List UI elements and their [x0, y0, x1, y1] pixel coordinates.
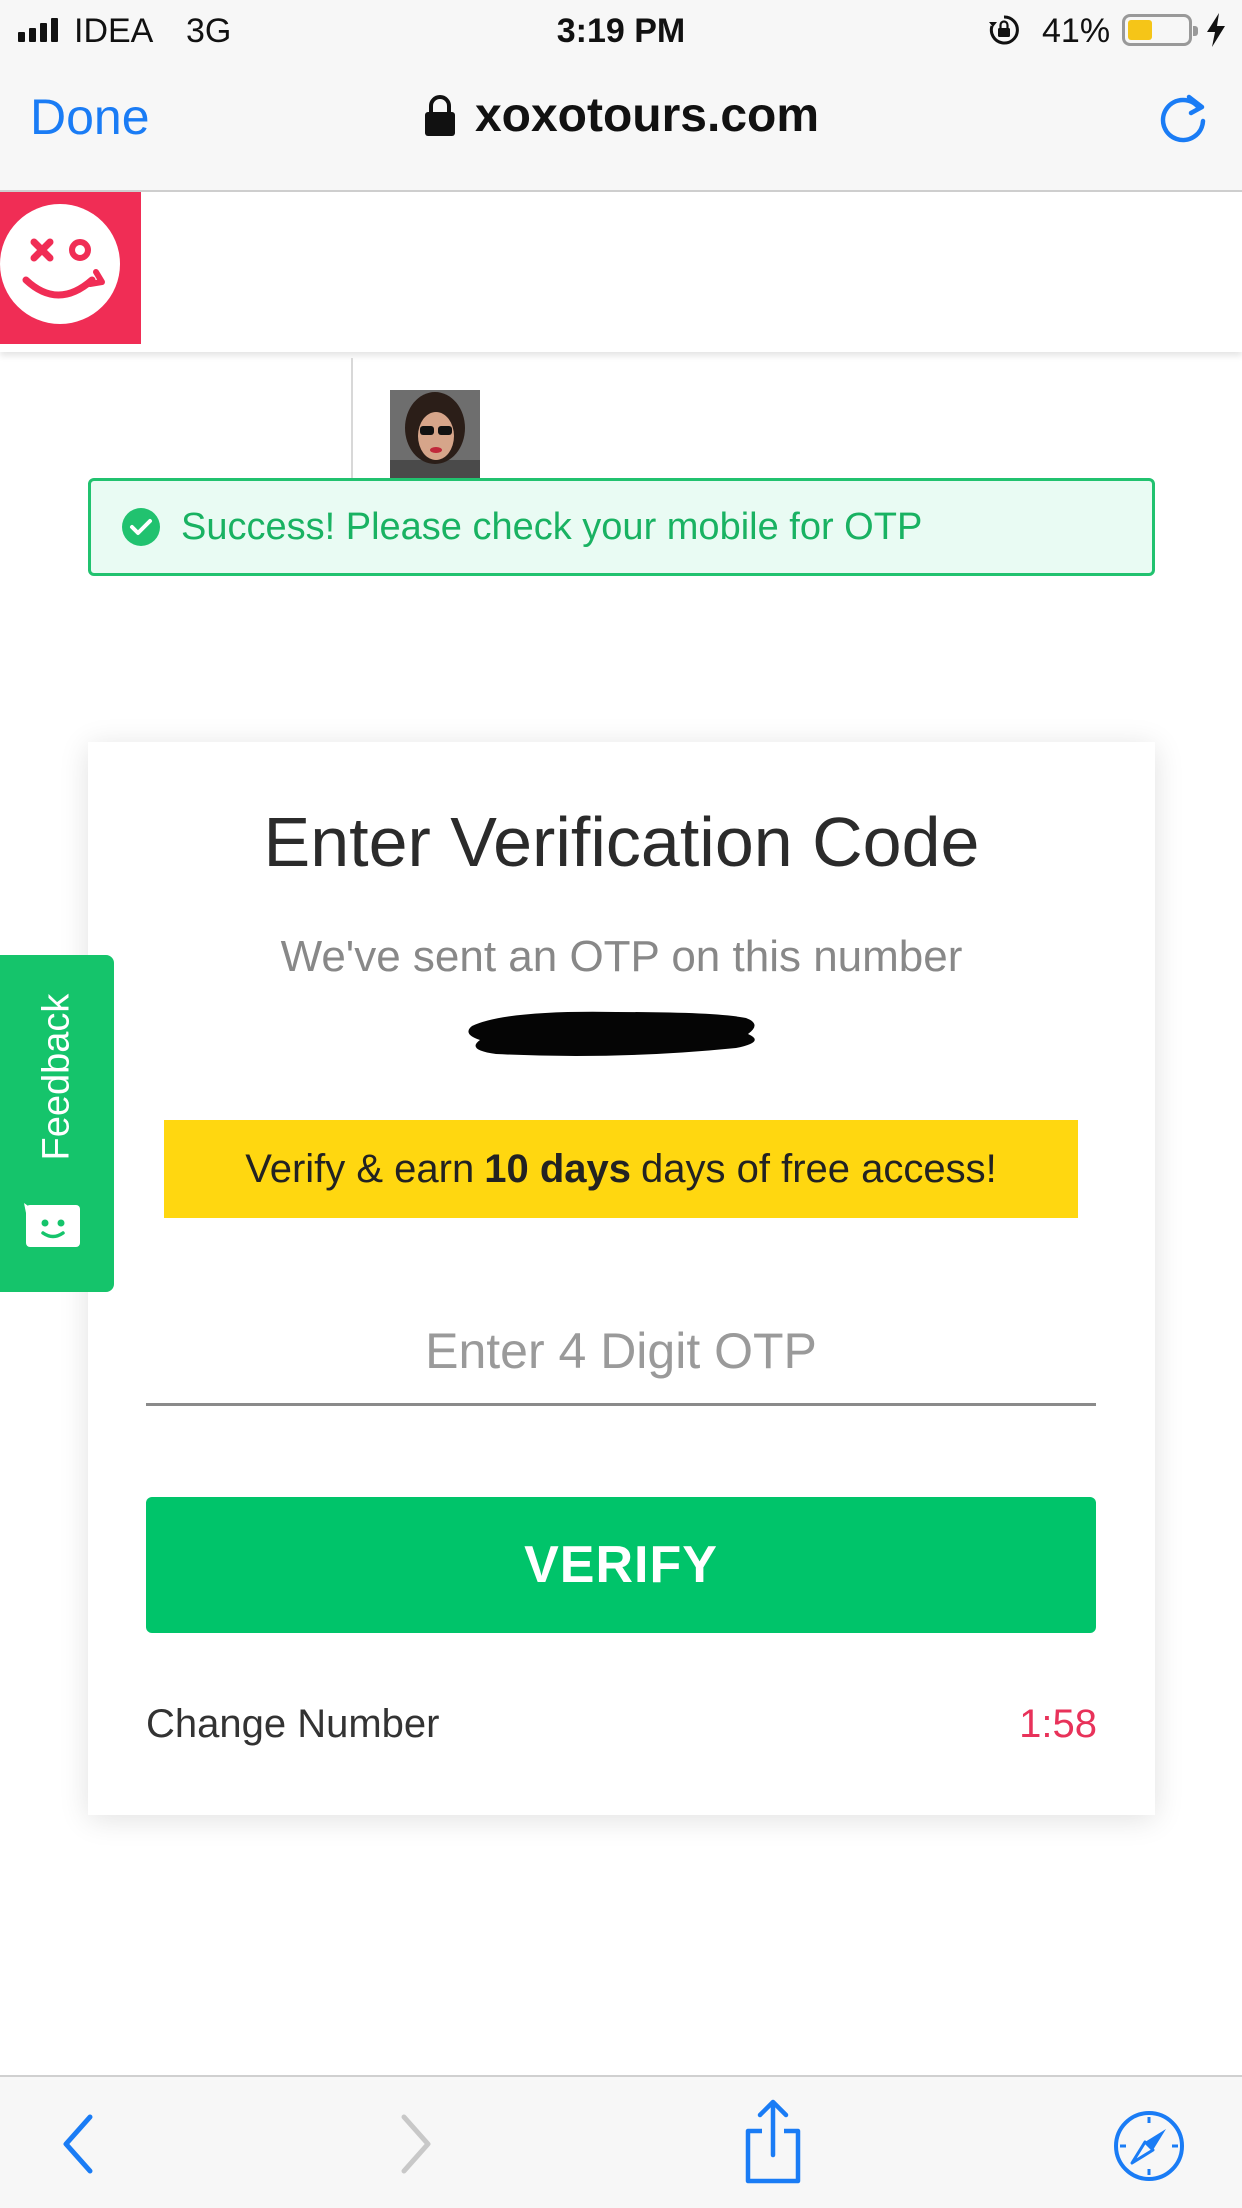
site-header [0, 192, 1242, 352]
forward-icon[interactable] [396, 2113, 436, 2175]
orientation-lock-icon [989, 15, 1019, 45]
feedback-tab[interactable]: Feedback [0, 955, 114, 1292]
share-icon[interactable] [742, 2099, 804, 2185]
status-bar: IDEA 3G 3:19 PM 41% [0, 0, 1242, 62]
promo-suffix: days of free access! [641, 1146, 997, 1191]
site-logo[interactable] [0, 192, 141, 344]
feedback-label: Feedback [35, 993, 78, 1161]
lock-icon [424, 94, 455, 136]
battery-icon [1122, 14, 1198, 46]
logo-icon [0, 204, 120, 324]
promo-prefix: Verify & earn [245, 1146, 475, 1191]
otp-input[interactable] [146, 1298, 1096, 1406]
verification-card: Enter Verification Code We've sent an OT… [88, 742, 1155, 1815]
feedback-face-icon [24, 1203, 80, 1247]
redacted-phone-number [468, 1011, 755, 1056]
check-circle-icon [122, 508, 160, 546]
charging-icon [1207, 13, 1225, 47]
browser-toolbar [0, 2075, 1242, 2208]
card-title: Enter Verification Code [263, 803, 980, 881]
resend-timer: 1:58 [1019, 1702, 1097, 1746]
reload-icon[interactable] [1154, 88, 1212, 146]
browser-header: Done xoxotours.com [0, 62, 1242, 192]
change-number-link[interactable]: Change Number [146, 1702, 440, 1747]
promo-highlight: 10 days [484, 1146, 632, 1191]
promo-banner: Verify & earn 10 days days of free acces… [164, 1120, 1078, 1218]
address-bar[interactable]: xoxotours.com [0, 88, 1242, 143]
back-icon[interactable] [58, 2113, 98, 2175]
success-alert: Success! Please check your mobile for OT… [88, 478, 1155, 576]
url-text: xoxotours.com [474, 89, 820, 142]
alert-message: Success! Please check your mobile for OT… [181, 505, 923, 548]
battery-level [1128, 20, 1152, 40]
verify-button[interactable]: VERIFY [146, 1497, 1096, 1633]
card-subtitle: We've sent an OTP on this number [280, 932, 963, 981]
battery-percent: 41% [1042, 12, 1111, 50]
safari-compass-icon[interactable] [1112, 2109, 1186, 2183]
